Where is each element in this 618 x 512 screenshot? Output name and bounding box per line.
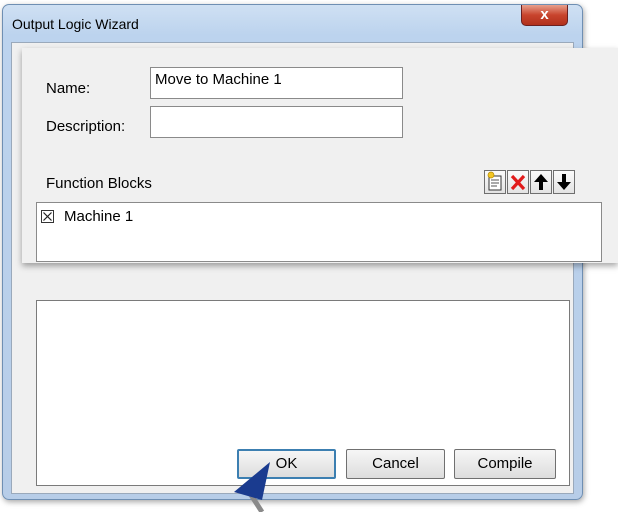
list-item[interactable]: Machine 1 — [41, 208, 133, 225]
delete-button[interactable] — [507, 170, 529, 194]
name-label: Name: — [46, 80, 91, 97]
close-icon: x — [540, 6, 549, 23]
description-label: Description: — [46, 118, 126, 135]
move-up-button[interactable] — [530, 170, 552, 194]
compile-button[interactable]: Compile — [454, 449, 556, 479]
list-item-label: Machine 1 — [64, 208, 134, 225]
function-blocks-list[interactable]: Machine 1 — [36, 202, 602, 262]
title-bar[interactable]: Output Logic Wizard x — [3, 5, 582, 41]
annotation-arrow-icon — [234, 462, 270, 512]
function-blocks-toolbar — [484, 170, 575, 196]
description-input[interactable] — [150, 106, 403, 138]
zoomed-form-panel: Name: Move to Machine 1 Description: Fun… — [22, 48, 618, 263]
function-blocks-label: Function Blocks — [46, 175, 152, 192]
new-block-button[interactable] — [484, 170, 506, 194]
new-block-icon — [487, 171, 502, 191]
move-down-icon — [557, 174, 571, 190]
move-down-button[interactable] — [553, 170, 575, 194]
name-input[interactable]: Move to Machine 1 — [150, 67, 403, 99]
window-title: Output Logic Wizard — [12, 16, 139, 32]
cancel-button[interactable]: Cancel — [346, 449, 445, 479]
move-up-icon — [534, 174, 548, 190]
delete-icon — [510, 174, 526, 191]
close-button[interactable]: x — [521, 5, 568, 26]
checkbox-checked-icon[interactable] — [41, 210, 54, 223]
